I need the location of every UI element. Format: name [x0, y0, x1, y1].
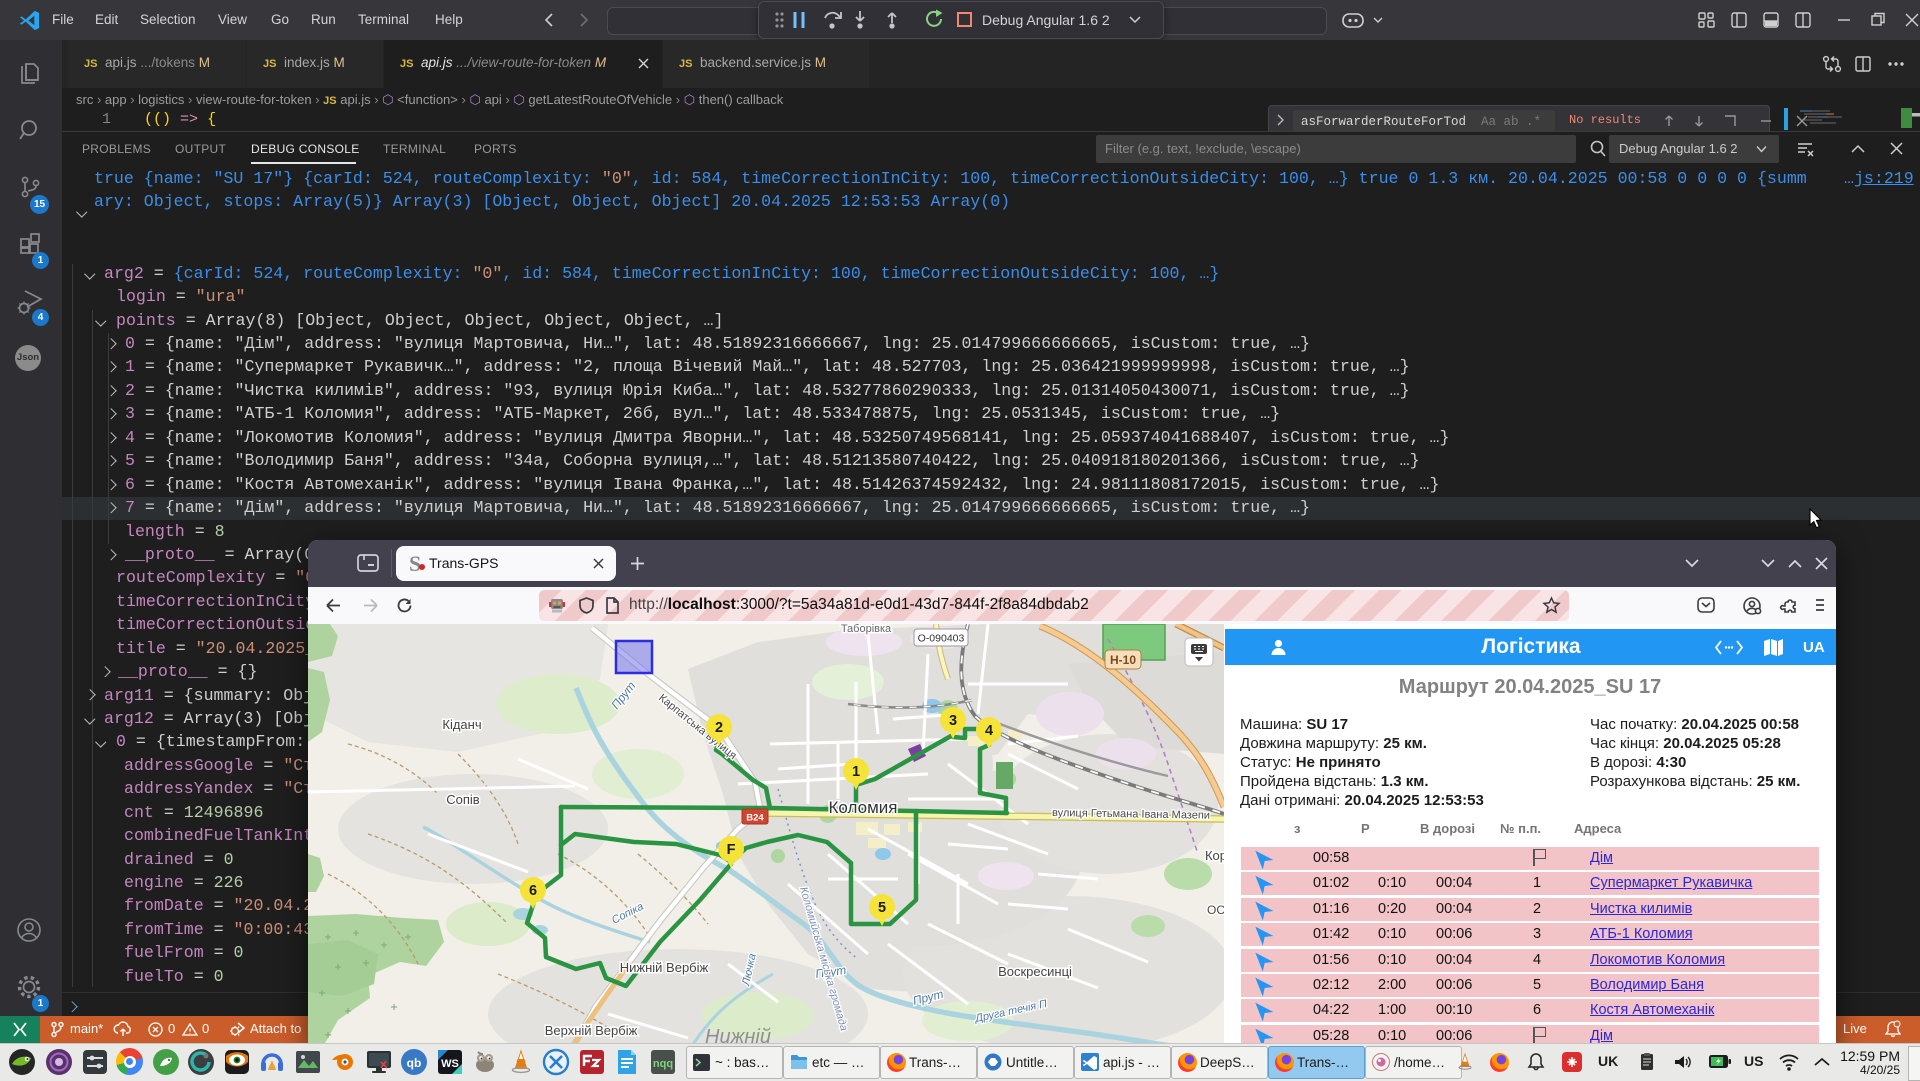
- svg-text:2: 2: [715, 720, 723, 736]
- svg-text:Коломия: Коломия: [829, 798, 898, 817]
- svg-text:WS: WS: [441, 1058, 459, 1070]
- svg-text:Верхній Вербіж: Верхній Вербіж: [545, 1023, 638, 1038]
- svg-text:nqq: nqq: [653, 1058, 673, 1070]
- svg-text:Таборівка: Таборівка: [841, 624, 892, 635]
- svg-text:Нижній Вербіж: Нижній Вербіж: [620, 960, 709, 975]
- svg-text:Н-10: Н-10: [1110, 653, 1136, 667]
- svg-text:3: 3: [949, 713, 957, 729]
- svg-text:Кор: Кор: [1205, 848, 1224, 863]
- svg-text:1: 1: [852, 764, 860, 780]
- svg-text:Сопів: Сопів: [446, 792, 480, 807]
- svg-text:ОС: ОС: [1207, 903, 1224, 917]
- svg-text:Кіданч: Кіданч: [442, 717, 481, 732]
- svg-text:В24: В24: [746, 813, 764, 824]
- svg-text:4: 4: [985, 723, 993, 739]
- svg-text:6: 6: [529, 883, 537, 899]
- svg-text:О-090403: О-090403: [918, 633, 965, 645]
- svg-text:F: F: [727, 842, 736, 858]
- svg-text:Воскресинці: Воскресинці: [998, 964, 1072, 979]
- svg-text:5: 5: [878, 900, 886, 916]
- svg-text:qb: qb: [407, 1056, 422, 1070]
